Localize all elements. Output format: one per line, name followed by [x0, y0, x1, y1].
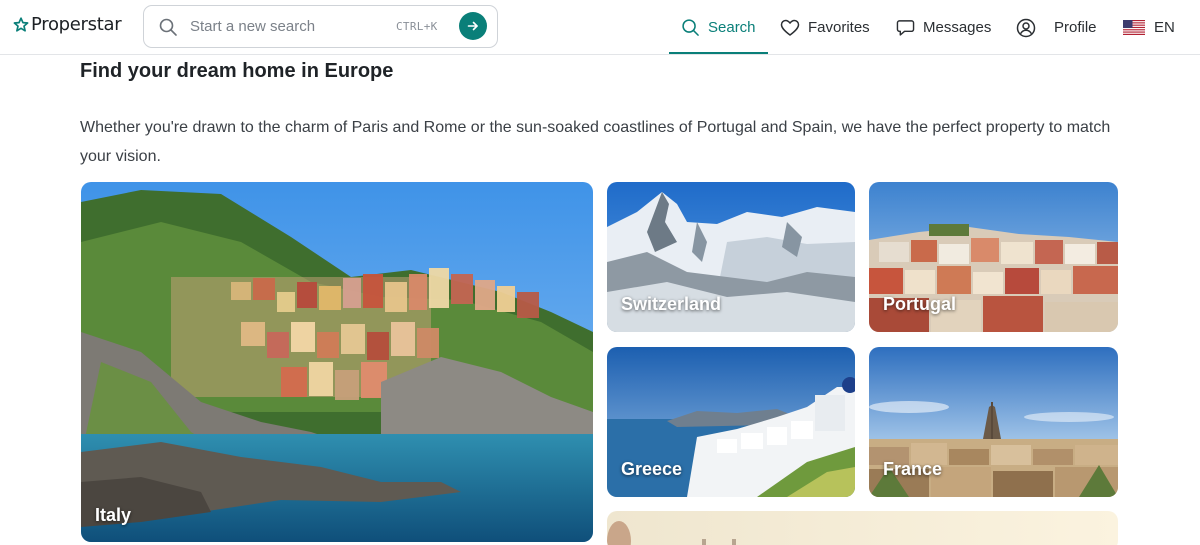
nav-profile-label: Profile — [1054, 19, 1097, 36]
destination-card-france[interactable]: France — [869, 347, 1118, 497]
top-bar: Properstar Start a new search CTRL+K Sea… — [0, 0, 1200, 55]
destination-label: Portugal — [883, 294, 957, 314]
intro-paragraph: Whether you're drawn to the charm of Par… — [80, 119, 1111, 165]
destination-card-portugal[interactable]: Portugal — [869, 182, 1118, 332]
language-selector[interactable]: EN — [1123, 0, 1175, 55]
search-input[interactable]: Start a new search CTRL+K — [143, 5, 498, 48]
destination-card-partial[interactable] — [607, 511, 1118, 545]
italy-coast-image — [81, 182, 593, 542]
nav-messages[interactable]: Messages — [896, 0, 991, 55]
star-logo-icon — [13, 16, 29, 32]
properstar-logo[interactable]: Properstar — [13, 14, 122, 35]
heart-icon — [780, 19, 800, 36]
destination-card-switzerland[interactable]: Switzerland — [607, 182, 855, 332]
destination-label: France — [883, 459, 943, 479]
keyboard-shortcut: CTRL+K — [396, 20, 438, 33]
search-icon — [159, 18, 177, 36]
arrow-right-icon — [467, 21, 478, 31]
user-icon — [1016, 18, 1036, 37]
destination-card-greece[interactable]: Greece — [607, 347, 855, 497]
search-icon — [682, 19, 699, 36]
destination-image — [607, 511, 1118, 545]
nav-favorites-label: Favorites — [808, 19, 870, 36]
nav-profile[interactable]: Profile — [1016, 0, 1097, 55]
destination-label: Switzerland — [621, 294, 722, 314]
nav-search-label: Search — [708, 19, 756, 36]
brand-name: Properstar — [31, 14, 122, 35]
active-tab-indicator — [669, 52, 768, 54]
destination-card-italy[interactable]: Italy — [81, 182, 593, 542]
search-placeholder: Start a new search — [190, 18, 316, 35]
nav-favorites[interactable]: Favorites — [780, 0, 870, 55]
nav-search[interactable]: Search — [681, 0, 756, 55]
language-label: EN — [1154, 19, 1175, 36]
chat-bubble-icon — [896, 19, 915, 36]
nav-messages-label: Messages — [923, 19, 992, 36]
destination-label: Italy — [95, 505, 132, 525]
search-go-button[interactable] — [459, 12, 487, 40]
destination-label: Greece — [621, 459, 683, 479]
us-flag-icon — [1123, 20, 1145, 35]
page-title: Find your dream home in Europe — [80, 60, 394, 82]
